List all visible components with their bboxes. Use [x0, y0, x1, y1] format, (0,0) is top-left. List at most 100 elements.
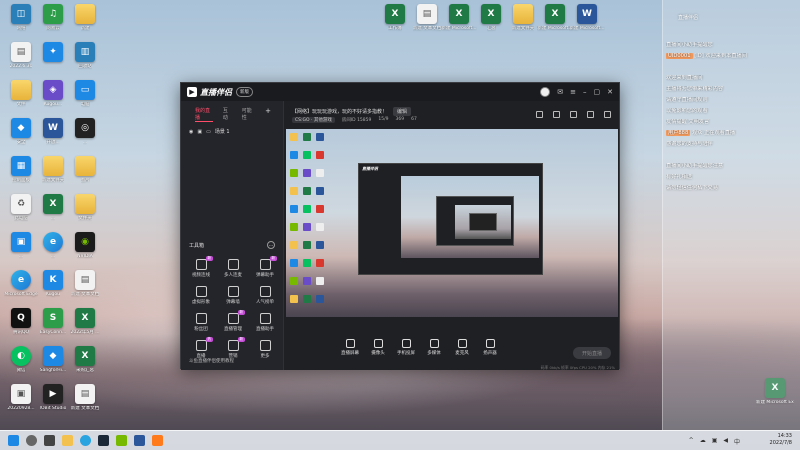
tool-item[interactable]: 更多 [249, 340, 281, 359]
maximize-icon[interactable]: ▢ [594, 88, 601, 96]
live-preview[interactable]: 直播伴侣 [286, 129, 618, 317]
tab-interact[interactable]: 互动 [223, 107, 232, 122]
tool-label: 粉丝团 [194, 327, 208, 332]
lock-icon[interactable] [553, 111, 560, 118]
nvidia-icon[interactable] [116, 435, 127, 446]
tool-icon [259, 286, 271, 297]
add-scene-icon[interactable]: + [265, 107, 271, 122]
live-companion-taskbar-icon[interactable] [152, 435, 163, 446]
close-icon[interactable]: ✕ [607, 88, 613, 96]
scene-row[interactable]: ◉ ▣ ▭ 场景 1 [181, 122, 283, 141]
settings-icon[interactable] [604, 111, 611, 118]
preview-desktop-icon [316, 169, 324, 177]
desktop-icon[interactable]: ▤ 新建 文本文档 [66, 384, 104, 412]
desktop-app-icon [75, 4, 95, 24]
tray-icon[interactable]: ^ [689, 437, 694, 446]
tray-icon[interactable]: ☁ [700, 437, 706, 446]
desktop-icon[interactable]: ▤ 新建 文本文档 [66, 270, 104, 298]
edit-title-button[interactable]: 编辑 [393, 107, 412, 116]
tutorial-link[interactable]: 斗鱼直播伴侣使用教程 [189, 358, 234, 364]
bell-icon[interactable] [587, 111, 594, 118]
preview-desktop-icon [303, 241, 311, 249]
tool-item[interactable]: 直播助手 [249, 313, 281, 332]
desktop-icon[interactable]: ◎... [66, 118, 104, 146]
desktop-icon[interactable]: W 新建 Microsoft... [568, 4, 606, 32]
tray-icon[interactable]: ◀ [723, 437, 728, 446]
source-icon [401, 339, 411, 348]
app-icon[interactable] [134, 435, 145, 446]
tool-item[interactable]: 弹幕助手 新 [249, 256, 281, 278]
task-view-icon[interactable] [44, 435, 55, 446]
tool-label: 更多 [260, 354, 270, 359]
layout-icon[interactable] [536, 111, 543, 118]
steam-icon[interactable] [98, 435, 109, 446]
preview-desktop-icon [290, 295, 298, 303]
chat-text: 以免影响您的观看 [666, 108, 708, 114]
desktop-icon[interactable]: ◉ NVIDIA [66, 232, 104, 260]
desktop-icon[interactable]: X 2022年5月 ... [66, 308, 104, 336]
source-icon [345, 339, 355, 348]
share-icon[interactable] [570, 111, 577, 118]
tools-title: 工具箱 [189, 243, 205, 249]
desktop-icon-label: Kugou [45, 292, 61, 297]
tool-item[interactable]: 虚拟形象 [185, 286, 217, 305]
desktop-icon[interactable]: ▭ 电脑 [66, 80, 104, 108]
nested-preview [401, 176, 539, 258]
desktop-app-icon: X [545, 4, 565, 24]
desktop-icon[interactable]: X 采购汇总 [66, 346, 104, 374]
tool-item[interactable]: 粉丝团 [185, 313, 217, 332]
more-icon[interactable]: … [267, 241, 275, 249]
version-badge[interactable]: 新版 [236, 87, 253, 97]
desktop-icon-label: 20220928... [7, 406, 35, 411]
start-icon[interactable] [8, 435, 19, 446]
tool-item[interactable]: 人气榜单 [249, 286, 281, 305]
nested-window-title: 直播伴侣 [362, 166, 378, 171]
tool-item[interactable]: 营销新 [217, 337, 249, 359]
category-tag[interactable]: CS:GO · 其他游戏 [292, 117, 335, 123]
tray-icon[interactable]: ▣ [712, 437, 718, 446]
desktop-icon[interactable]: 文件夹 [66, 194, 104, 222]
clock[interactable]: 14:33 2022/7/8 [770, 433, 792, 447]
source-button[interactable]: 扬声器 [476, 339, 504, 356]
start-live-button[interactable]: 开始直播 [573, 347, 611, 359]
source-button[interactable]: 摄像头 [364, 339, 392, 356]
chat-text: 友情提醒 文明发言 [666, 119, 710, 125]
nested-preview-inner [455, 205, 511, 239]
desktop-app-icon [43, 156, 63, 176]
menu-icon[interactable]: ≡ [570, 88, 576, 96]
explorer-icon[interactable] [62, 435, 73, 446]
source-icon [429, 339, 439, 348]
source-button[interactable]: 多媒体 [420, 339, 448, 356]
lock-icon[interactable]: ▣ [197, 129, 202, 135]
edge-icon[interactable] [80, 435, 91, 446]
chat-message: 欢迎来到直播间 [666, 75, 796, 82]
desktop-icon-label: 工作簿 [388, 26, 402, 31]
tab-possibility[interactable]: 可能性 [242, 107, 255, 122]
desktop-icon[interactable]: ▥ 回收站 [66, 42, 104, 70]
tool-item[interactable]: 直播热 [185, 337, 217, 359]
desktop-icon-label: 新建文件夹 [41, 178, 65, 183]
tool-item[interactable]: 视频连线 新 [185, 256, 217, 278]
minimize-icon[interactable]: – [583, 88, 587, 96]
preview-desktop-icon [316, 223, 324, 231]
mail-icon[interactable]: ✉ [557, 88, 563, 96]
preview-desktop-icon [316, 277, 324, 285]
preview-desktop-icon [290, 277, 298, 285]
tool-item[interactable]: 弹幕墙 [217, 286, 249, 305]
desktop-icon-label: 汇总 [486, 26, 496, 31]
search-icon[interactable] [26, 435, 37, 446]
user-avatar[interactable] [540, 87, 551, 97]
source-button[interactable]: 直播屏幕 [336, 339, 364, 356]
tool-icon [259, 340, 271, 351]
tool-item[interactable]: 直播管理 新 [217, 310, 249, 332]
source-button[interactable]: 麦克风 [448, 339, 476, 356]
chat-message: 有好礼相送 [666, 174, 796, 181]
tool-item[interactable]: 多人连麦 [217, 259, 249, 278]
desktop-icon[interactable]: 图片 [66, 156, 104, 184]
source-button[interactable]: 手机投屏 [392, 339, 420, 356]
desktop-icon-label: 此电脑 [14, 216, 28, 221]
tray-icon[interactable]: 中 [734, 437, 740, 446]
tab-my-live[interactable]: 我的直播 [195, 107, 213, 122]
eye-icon[interactable]: ◉ [189, 129, 193, 135]
desktop-icon[interactable]: 新建 [66, 4, 104, 32]
